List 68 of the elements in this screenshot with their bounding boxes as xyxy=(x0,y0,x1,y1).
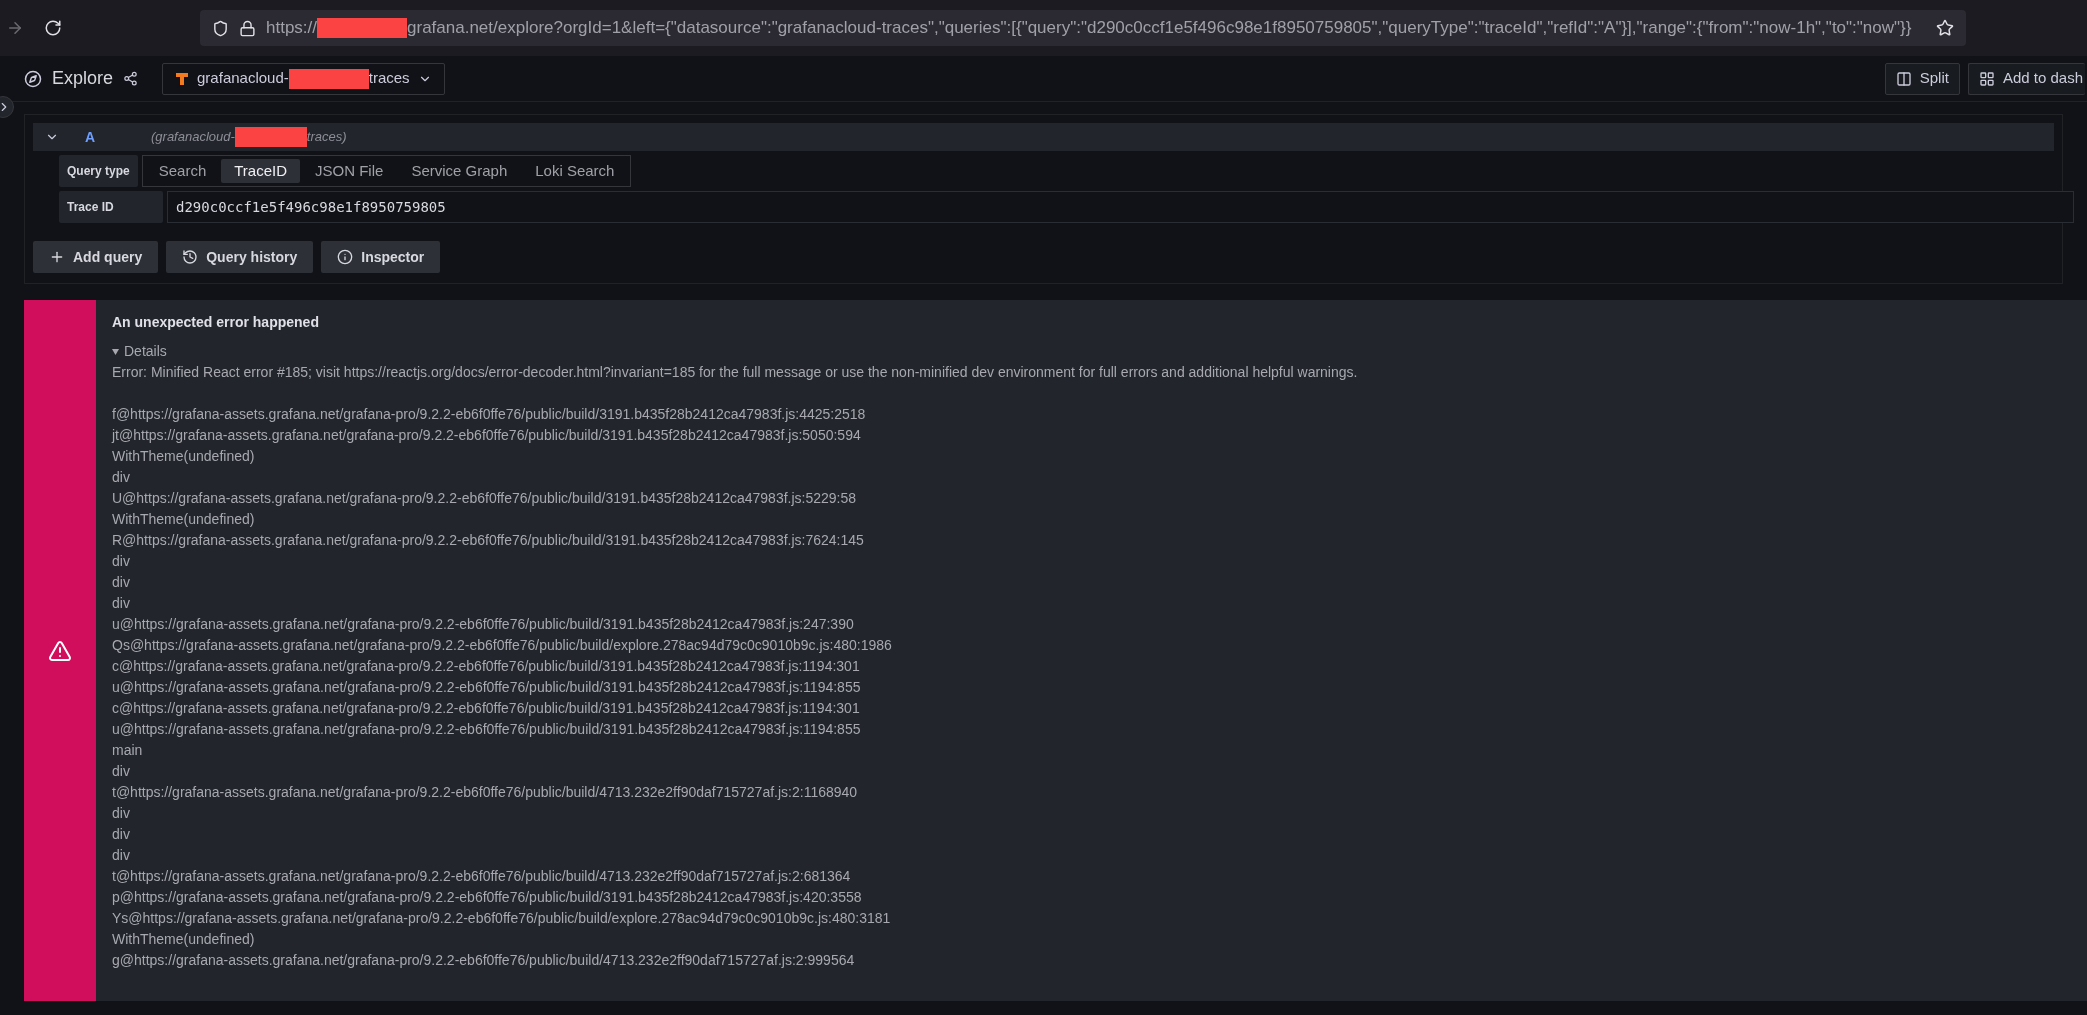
stack-trace-line: U@https://grafana-assets.grafana.net/grafana-pro/9.2.2-eb6f0ffe76/public/build/3191.b435f28b2412ca47983f.js:5229:58 xyxy=(112,489,858,508)
error-title: An unexpected error happened xyxy=(112,313,320,332)
stack-trace-line: c@https://grafana-assets.grafana.net/grafana-pro/9.2.2-eb6f0ffe76/public/build/3191.b435f28b2412ca47983f.js:1194:301 xyxy=(112,699,861,718)
split-icon xyxy=(1895,70,1912,87)
trace-id-field[interactable]: d290c0ccf1e5f496c98e1f8950759805 xyxy=(167,191,2074,223)
query-source: traces) xyxy=(306,128,347,147)
compass-icon xyxy=(24,69,42,88)
stack-trace-line: WithTheme(undefined) xyxy=(112,930,256,949)
stack-trace-line: Ys@https://grafana-assets.grafana.net/grafana-pro/9.2.2-eb6f0ffe76/public/build/explore.278ac94d79c0c9010b9c.js:480:3181 xyxy=(112,909,892,928)
stack-trace-line: div xyxy=(112,552,131,571)
stack-trace-line: t@https://grafana-assets.grafana.net/grafana-pro/9.2.2-eb6f0ffe76/public/build/4713.232e2ff90daf715727af.js:2:681364 xyxy=(112,867,852,886)
query-type-tab[interactable]: TraceID xyxy=(221,159,301,183)
stack-trace-line: div xyxy=(112,846,131,865)
action-button[interactable]: Inspector xyxy=(321,241,441,273)
grid-icon xyxy=(1978,70,1995,87)
stack-trace-line: WithTheme(undefined) xyxy=(112,447,256,466)
stack-trace-line: div xyxy=(112,573,131,592)
reload-icon[interactable] xyxy=(44,19,62,37)
url-text: https:// xyxy=(266,17,318,40)
plus-icon xyxy=(49,249,65,265)
stack-trace-line: div xyxy=(112,594,131,613)
forward-icon[interactable] xyxy=(6,19,24,37)
stack-trace-line: u@https://grafana-assets.grafana.net/grafana-pro/9.2.2-eb6f0ffe76/public/build/3191.b435f28b2412ca47983f.js:247:390 xyxy=(112,615,855,634)
action-button[interactable]: Query history xyxy=(166,241,314,273)
stack-trace-line: c@https://grafana-assets.grafana.net/grafana-pro/9.2.2-eb6f0ffe76/public/build/3191.b435f28b2412ca47983f.js:1194:301 xyxy=(112,657,861,676)
stack-trace-line: R@https://grafana-assets.grafana.net/grafana-pro/9.2.2-eb6f0ffe76/public/build/3191.b435f28b2412ca47983f.js:7624:145 xyxy=(112,531,865,550)
bookmark-star-icon[interactable] xyxy=(1936,19,1954,37)
share-icon[interactable] xyxy=(123,71,139,86)
stack-trace-line: div xyxy=(112,468,131,487)
caret-down-icon xyxy=(112,348,119,355)
datasource-name: grafanacloud- xyxy=(197,68,289,89)
field-label: Trace ID xyxy=(59,191,163,223)
query-type-tab[interactable]: Loki Search xyxy=(522,159,628,183)
stack-trace-line: g@https://grafana-assets.grafana.net/grafana-pro/9.2.2-eb6f0ffe76/public/build/4713.232e2ff90daf715727af.js:2:999564 xyxy=(112,951,856,970)
stack-trace-line: div xyxy=(112,825,131,844)
action-button[interactable]: Add query xyxy=(33,241,159,273)
field-label: Query type xyxy=(59,155,138,187)
datasource-logo-icon xyxy=(175,71,190,86)
stack-trace-line: u@https://grafana-assets.grafana.net/grafana-pro/9.2.2-eb6f0ffe76/public/build/3191.b435f28b2412ca47983f.js:1194:855 xyxy=(112,720,862,739)
shield-icon xyxy=(212,19,229,37)
warning-icon xyxy=(48,638,72,663)
datasource-picker[interactable]: grafanacloud- traces xyxy=(162,62,445,95)
details-toggle[interactable]: Details xyxy=(124,341,167,362)
stack-trace-line: main xyxy=(112,741,144,760)
toolbar-button[interactable]: Split xyxy=(1884,62,1960,95)
stack-trace-line: div xyxy=(112,804,131,823)
query-ref: A xyxy=(85,127,97,147)
stack-trace-line: p@https://grafana-assets.grafana.net/grafana-pro/9.2.2-eb6f0ffe76/public/build/3191.b435f28b2412ca47983f.js:420:3558 xyxy=(112,888,863,907)
lock-icon xyxy=(239,19,256,37)
stack-trace-line: jt@https://grafana-assets.grafana.net/grafana-pro/9.2.2-eb6f0ffe76/public/build/3191.b435f28b2412ca47983f.js:5050:594 xyxy=(112,426,862,445)
error-message: Error: Minified React error #185; visit https://reactjs.org/docs/error-decoder.html?invariant=185 for the full message or use the non-minified dev environment for full errors and additional helpful warnings. xyxy=(112,363,1358,382)
page-title: Explore xyxy=(52,67,114,90)
url-text: grafana.net/explore?orgId=1&left={"datasource":"grafanacloud-traces","queries":[{"query":"d290c0ccf1e5f496c98e1f8950759805","queryType":"traceId","refId":"A"}],"range":{"from":"now-1h","to":"now"}} xyxy=(407,17,1912,40)
stack-trace-line: t@https://grafana-assets.grafana.net/grafana-pro/9.2.2-eb6f0ffe76/public/build/4713.232e2ff90daf715727af.js:2:1168940 xyxy=(112,783,859,802)
query-type-tab[interactable]: Search xyxy=(145,159,220,183)
query-source: (grafanacloud- xyxy=(151,128,235,147)
stack-trace-line: div xyxy=(112,762,131,781)
toolbar-button[interactable]: Add to dash xyxy=(1967,62,2085,95)
info-icon xyxy=(337,249,354,265)
stack-trace-line: u@https://grafana-assets.grafana.net/grafana-pro/9.2.2-eb6f0ffe76/public/build/3191.b435f28b2412ca47983f.js:1194:855 xyxy=(112,678,862,697)
history-icon xyxy=(182,249,199,265)
stack-trace-line: f@https://grafana-assets.grafana.net/grafana-pro/9.2.2-eb6f0ffe76/public/build/3191.b435f28b2412ca47983f.js:4425:2518 xyxy=(112,405,867,424)
stack-trace-line: Qs@https://grafana-assets.grafana.net/grafana-pro/9.2.2-eb6f0ffe76/public/build/explore.278ac94d79c0c9010b9c.js:480:1986 xyxy=(112,636,893,655)
query-type-tab[interactable]: Service Graph xyxy=(398,159,521,183)
query-type-tab[interactable]: JSON File xyxy=(302,159,397,183)
datasource-name: traces xyxy=(368,68,410,89)
stack-trace-line: WithTheme(undefined) xyxy=(112,510,256,529)
address-bar[interactable] xyxy=(200,10,1966,46)
